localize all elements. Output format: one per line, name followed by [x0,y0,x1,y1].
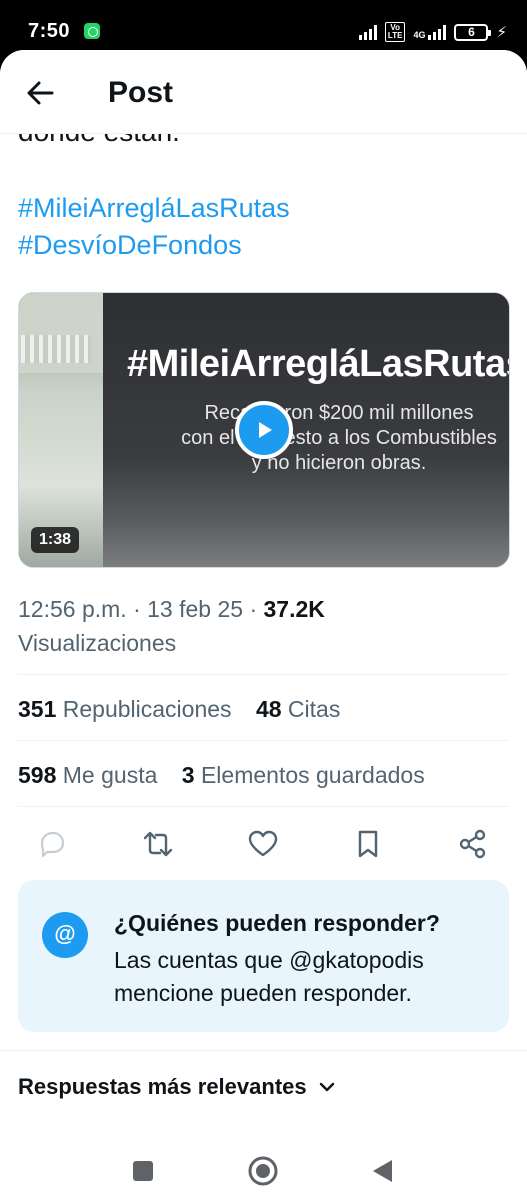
post-header: Post [0,50,527,134]
tweet-actions [0,820,527,870]
reply-restriction-notice: @ ¿Quiénes pueden responder? Las cuentas… [18,880,509,1032]
divider [18,674,509,675]
engagement-row-1: 351 Republicaciones 48 Citas [18,696,358,723]
tweet-date: 13 feb 25 [147,596,244,622]
page-title: Post [108,76,174,109]
reply-button[interactable] [34,826,70,862]
signal-strength-icon [358,24,377,40]
share-button[interactable] [455,826,491,862]
whatsapp-notification-icon [84,23,100,39]
engagement-row-2: 598 Me gusta 3 Elementos guardados [18,762,443,789]
share-icon [459,829,486,859]
reply-restriction-title: ¿Quiénes pueden responder? [114,910,440,936]
views-count: 37.2K [263,596,325,622]
back-button[interactable] [20,72,62,114]
hashtag-link[interactable]: #MileiArregláLasRutas [18,190,290,227]
views-label: Visualizaciones [18,630,177,656]
play-icon [259,422,272,438]
back-nav-button[interactable] [366,1154,400,1188]
charging-icon: ⚡ [496,24,507,41]
tweet-hashtags: #MileiArregláLasRutas #DesvíoDeFondos [18,190,290,264]
divider [18,806,509,807]
video-banner-text: Recaudaron $200 mil millones con el Impu… [181,402,497,474]
replies-sort-button[interactable]: Respuestas más relevantes [18,1074,337,1100]
volte-icon: Vo LTE [384,22,406,42]
repost-button[interactable] [140,826,176,862]
at-sign-icon: @ [42,912,88,958]
battery-icon: 6 [454,23,492,41]
chevron-down-icon [319,1082,334,1092]
status-time: 7:50 [28,20,71,42]
play-button[interactable] [235,401,293,459]
bookmarks-stat[interactable]: 3 Elementos guardados [182,762,425,789]
divider [18,740,509,741]
post-sheet: Post donde están. #MileiArregláLasRutas … [0,50,527,1200]
hashtag-link[interactable]: #DesvíoDeFondos [18,227,290,264]
like-button[interactable] [245,826,281,862]
heart-icon [248,830,278,857]
likes-stat[interactable]: 598 Me gusta [18,762,157,789]
replies-sort-label: Respuestas más relevantes [18,1074,307,1099]
video-duration: 1:38 [31,527,80,553]
home-circle-icon [248,1156,278,1186]
status-icons: Vo LTE 4G 6 ⚡ [358,20,507,44]
reposts-stat[interactable]: 351 Republicaciones [18,696,232,723]
bookmark-icon [358,830,378,858]
reply-restriction-description: Las cuentas que @gkatopodis mencione pue… [114,947,424,1006]
repost-icon [143,831,173,857]
recents-button[interactable] [126,1154,160,1188]
video-player[interactable]: #MileiArregláLasRutas Recaudaron $200 mi… [18,292,510,568]
divider [0,1050,527,1051]
triangle-back-icon [373,1160,392,1182]
tweet-meta: 12:56 p.m. · 13 feb 25 · 37.2K Visualiza… [18,596,325,656]
bookmark-button[interactable] [350,826,386,862]
video-banner-title: #MileiArregláLasRutas [127,343,510,385]
reply-icon [40,831,65,858]
home-button[interactable] [246,1154,280,1188]
system-nav-bar [0,1142,527,1200]
tweet-time: 12:56 p.m. [18,596,127,622]
square-icon [133,1161,153,1181]
arrow-left-icon [27,81,54,105]
mobile-data-icon: 4G [413,24,447,40]
quotes-stat[interactable]: 48 Citas [256,696,340,723]
